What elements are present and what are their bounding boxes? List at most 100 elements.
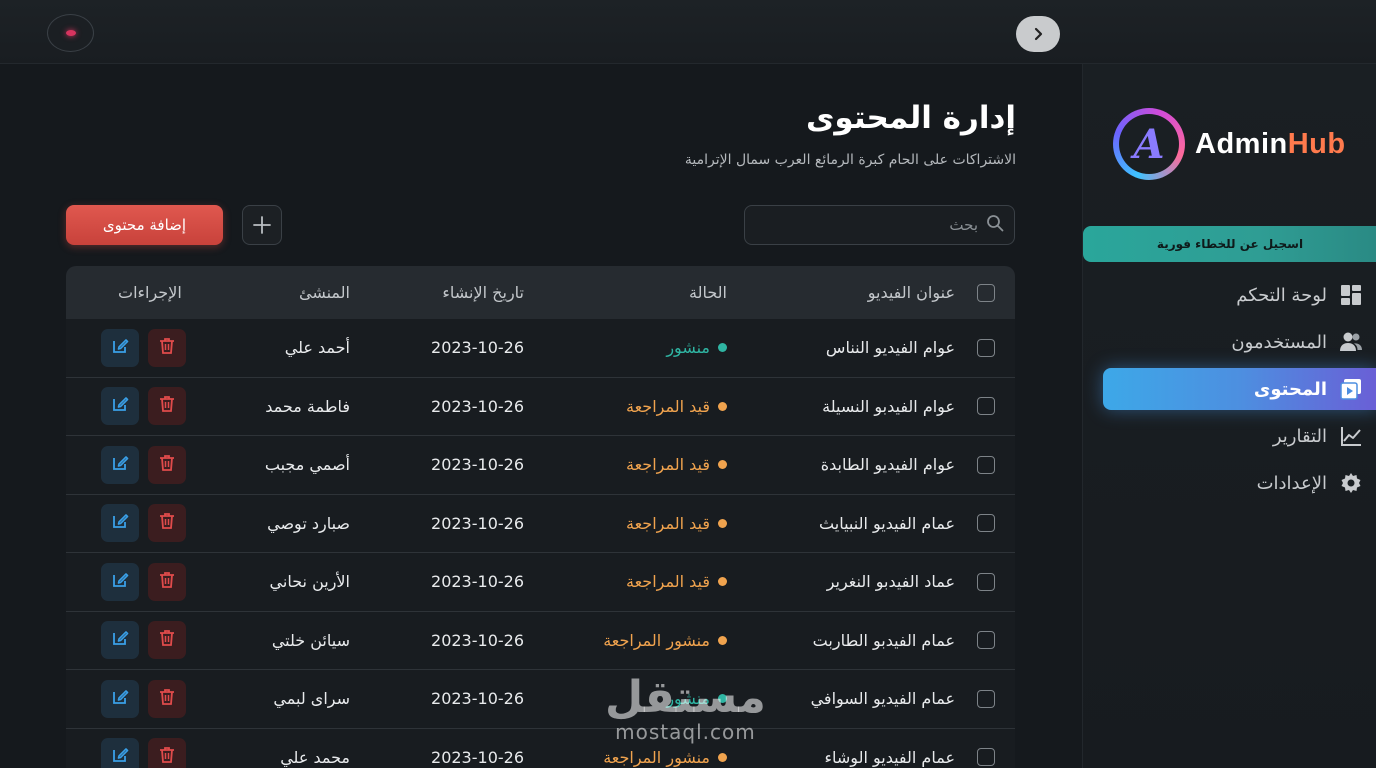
- edit-icon: [111, 746, 129, 768]
- search-input[interactable]: [778, 216, 978, 234]
- chevron-right-icon: [1034, 27, 1043, 41]
- header-status[interactable]: الحالة: [689, 266, 727, 319]
- top-bar: [0, 0, 1376, 64]
- edit-button[interactable]: [101, 328, 139, 367]
- header-title[interactable]: عنوان الفيديو: [868, 266, 955, 319]
- status-dot: [718, 460, 727, 470]
- row-checkbox[interactable]: [977, 631, 995, 650]
- video-title[interactable]: عمام الفيديو السوافي: [811, 670, 955, 728]
- creator-name: الأرين نحاني: [269, 572, 350, 592]
- brand-logo[interactable]: A AdminHub: [1113, 108, 1346, 180]
- sidebar-item-settings[interactable]: الإعدادات: [1103, 462, 1376, 504]
- row-checkbox[interactable]: [977, 689, 995, 708]
- edit-icon: [111, 688, 129, 710]
- trash-icon: [159, 512, 175, 534]
- video-icon: [1339, 377, 1363, 401]
- row-checkbox[interactable]: [977, 514, 995, 533]
- add-content-button[interactable]: إضافة محتوى: [66, 205, 223, 245]
- status-badge: قيد المراجعة: [626, 572, 727, 591]
- status-badge: قيد المراجعة: [626, 514, 727, 533]
- edit-icon: [111, 571, 129, 593]
- trash-icon: [159, 746, 175, 768]
- row-checkbox[interactable]: [977, 397, 995, 416]
- status-badge: قيد المراجعة: [626, 455, 727, 474]
- sidebar-item-label: لوحة التحكم: [1236, 284, 1327, 306]
- plus-icon: [253, 216, 271, 234]
- user-chip-icon[interactable]: [47, 14, 94, 52]
- add-icon-button[interactable]: [242, 205, 282, 245]
- chart-icon: [1339, 424, 1363, 448]
- created-date: 2023-10-26: [431, 338, 524, 358]
- delete-button[interactable]: [148, 679, 186, 718]
- video-title[interactable]: عوام الفيديو النناس: [826, 319, 955, 377]
- delete-button[interactable]: [148, 738, 186, 768]
- table-row: عمام الفيديو النبيايث قيد المراجعة 2023-…: [66, 494, 1015, 553]
- content-table: عنوان الفيديو الحالة تاريخ الإنشاء المنش…: [66, 266, 1015, 768]
- video-title[interactable]: عوام الفيدبو النسيلة: [822, 378, 955, 436]
- video-title[interactable]: عمام الفيديو النبيايث: [819, 495, 955, 553]
- sidebar-item-label: التقارير: [1272, 425, 1327, 447]
- delete-button[interactable]: [148, 387, 186, 426]
- table-row: عمام الفيديو الوشاء منشور المراجعة 2023-…: [66, 728, 1015, 768]
- header-date[interactable]: تاريخ الإنشاء: [442, 266, 524, 319]
- search-icon: [986, 214, 1004, 236]
- edit-button[interactable]: [101, 679, 139, 718]
- row-checkbox[interactable]: [977, 338, 995, 357]
- dashboard-icon: [1339, 283, 1363, 307]
- edit-icon: [111, 395, 129, 417]
- creator-name: سراى لبمي: [273, 689, 350, 709]
- table-body: عوام الفيديو النناس منشور 2023-10-26 أحم…: [66, 319, 1015, 768]
- sidebar-nav: لوحة التحكم المستخدمون المحتوى التقارير …: [1103, 274, 1376, 509]
- creator-name: أحمد علي: [284, 338, 350, 358]
- creator-name: محمد علي: [280, 747, 350, 767]
- sidebar-item-label: الإعدادات: [1256, 472, 1327, 494]
- creator-name: أصمي مجبب: [264, 455, 350, 475]
- video-title[interactable]: عمام الفيدبو الطاربت: [813, 612, 955, 670]
- sidebar-item-users[interactable]: المستخدمون: [1103, 321, 1376, 363]
- table-row: عماد الفيدبو النغرير قيد المراجعة 2023-1…: [66, 553, 1015, 612]
- trash-icon: [159, 337, 175, 359]
- status-dot: [718, 752, 727, 762]
- created-date: 2023-10-26: [431, 572, 524, 592]
- video-title[interactable]: عمام الفيديو الوشاء: [825, 729, 956, 768]
- logo-text: AdminHub: [1195, 127, 1346, 160]
- table-row: عوام الفيديو الطابدة قيد المراجعة 2023-1…: [66, 436, 1015, 495]
- edit-icon: [111, 337, 129, 359]
- status-dot: [718, 577, 727, 587]
- edit-button[interactable]: [101, 621, 139, 660]
- promo-banner[interactable]: اسجيل عن للخطاء فورية: [1083, 226, 1376, 262]
- status-dot: [718, 518, 727, 528]
- header-creator[interactable]: المنشئ: [299, 266, 350, 319]
- delete-button[interactable]: [148, 504, 186, 543]
- edit-button[interactable]: [101, 562, 139, 601]
- table-row: عوام الفيديو النناس منشور 2023-10-26 أحم…: [66, 319, 1015, 378]
- status-dot: [718, 401, 727, 411]
- select-all-checkbox[interactable]: [977, 283, 995, 302]
- sidebar-item-content[interactable]: المحتوى: [1103, 368, 1376, 410]
- video-title[interactable]: عوام الفيديو الطابدة: [821, 436, 955, 494]
- page-subtitle: الاشتراكات على الحام كبرة الرمائع العرب …: [684, 152, 1016, 168]
- trash-icon: [159, 571, 175, 593]
- edit-button[interactable]: [101, 738, 139, 768]
- delete-button[interactable]: [148, 621, 186, 660]
- collapse-sidebar-button[interactable]: [1016, 16, 1060, 52]
- edit-icon: [111, 512, 129, 534]
- delete-button[interactable]: [148, 445, 186, 484]
- delete-button[interactable]: [148, 562, 186, 601]
- status-dot: [718, 635, 727, 645]
- sidebar-item-reports[interactable]: التقارير: [1103, 415, 1376, 457]
- status-badge: منشور المراجعة: [603, 748, 727, 767]
- edit-icon: [111, 629, 129, 651]
- row-checkbox[interactable]: [977, 748, 995, 767]
- row-checkbox[interactable]: [977, 572, 995, 591]
- sidebar-item-dashboard[interactable]: لوحة التحكم: [1103, 274, 1376, 316]
- search-box[interactable]: [744, 205, 1015, 245]
- edit-button[interactable]: [101, 387, 139, 426]
- row-checkbox[interactable]: [977, 455, 995, 474]
- edit-button[interactable]: [101, 445, 139, 484]
- delete-button[interactable]: [148, 328, 186, 367]
- video-title[interactable]: عماد الفيدبو النغرير: [827, 553, 955, 611]
- trash-icon: [159, 688, 175, 710]
- sidebar: A AdminHub اسجيل عن للخطاء فورية لوحة ال…: [1082, 64, 1376, 768]
- edit-button[interactable]: [101, 504, 139, 543]
